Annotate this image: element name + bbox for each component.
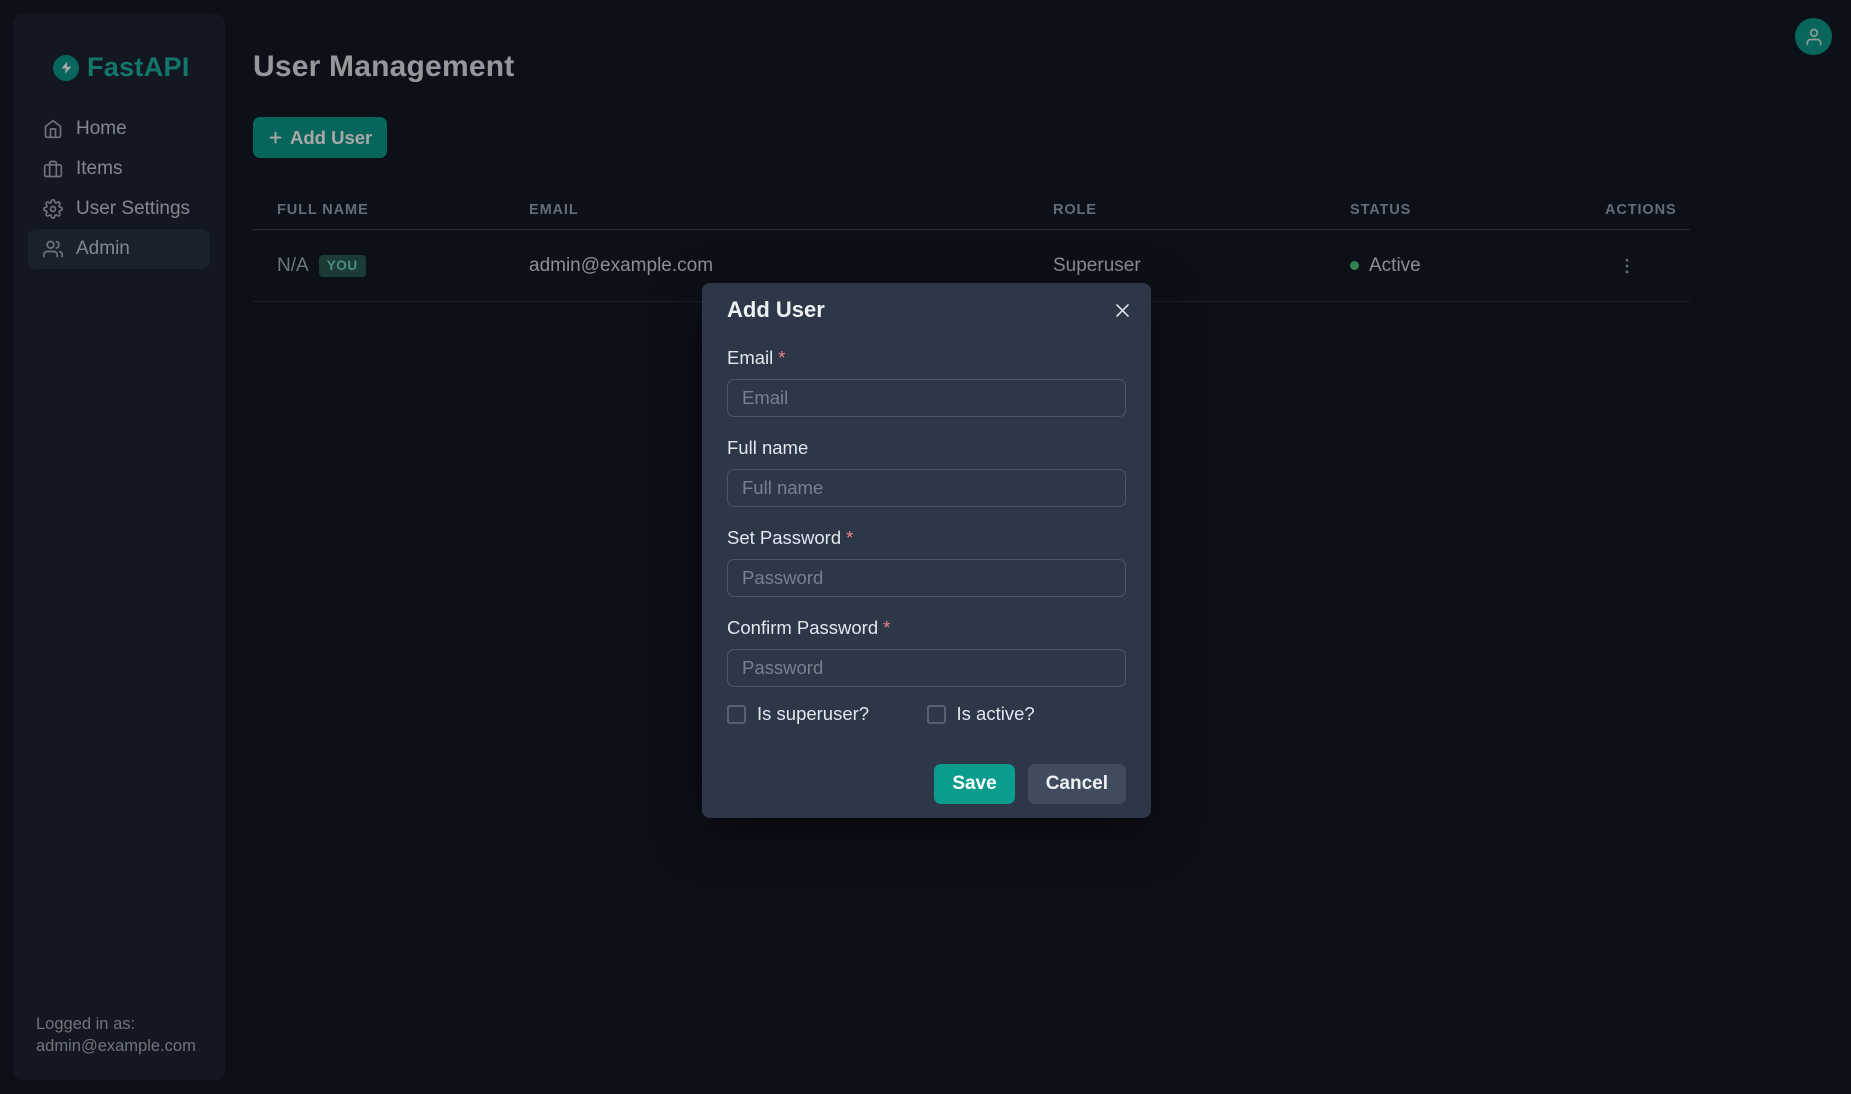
modal-close-button[interactable] bbox=[1107, 295, 1137, 325]
set-password-field-group: Set Password* bbox=[727, 527, 1126, 597]
set-password-label: Set Password* bbox=[727, 527, 1126, 549]
confirm-password-label: Confirm Password* bbox=[727, 617, 1126, 639]
email-input[interactable] bbox=[727, 379, 1126, 417]
close-icon bbox=[1113, 301, 1132, 320]
checkbox-unchecked-icon bbox=[727, 705, 746, 724]
is-superuser-checkbox[interactable]: Is superuser? bbox=[727, 703, 927, 725]
required-asterisk: * bbox=[778, 347, 785, 368]
checkbox-row: Is superuser? Is active? bbox=[727, 703, 1126, 725]
is-active-label: Is active? bbox=[957, 703, 1035, 725]
email-label: Email* bbox=[727, 347, 1126, 369]
modal-actions: Save Cancel bbox=[727, 764, 1126, 804]
required-asterisk: * bbox=[846, 527, 853, 548]
confirm-password-field-group: Confirm Password* bbox=[727, 617, 1126, 687]
email-field-group: Email* bbox=[727, 347, 1126, 417]
is-active-checkbox[interactable]: Is active? bbox=[927, 703, 1127, 725]
modal-title: Add User bbox=[727, 295, 1126, 325]
checkbox-unchecked-icon bbox=[927, 705, 946, 724]
confirm-password-input[interactable] bbox=[727, 649, 1126, 687]
required-asterisk: * bbox=[883, 617, 890, 638]
set-password-input[interactable] bbox=[727, 559, 1126, 597]
full-name-field-group: Full name bbox=[727, 437, 1126, 507]
add-user-modal: Add User Email* Full name Set Password* … bbox=[702, 283, 1151, 818]
is-superuser-label: Is superuser? bbox=[757, 703, 869, 725]
save-button[interactable]: Save bbox=[934, 764, 1014, 804]
full-name-label: Full name bbox=[727, 437, 1126, 459]
cancel-button[interactable]: Cancel bbox=[1028, 764, 1126, 804]
full-name-input[interactable] bbox=[727, 469, 1126, 507]
